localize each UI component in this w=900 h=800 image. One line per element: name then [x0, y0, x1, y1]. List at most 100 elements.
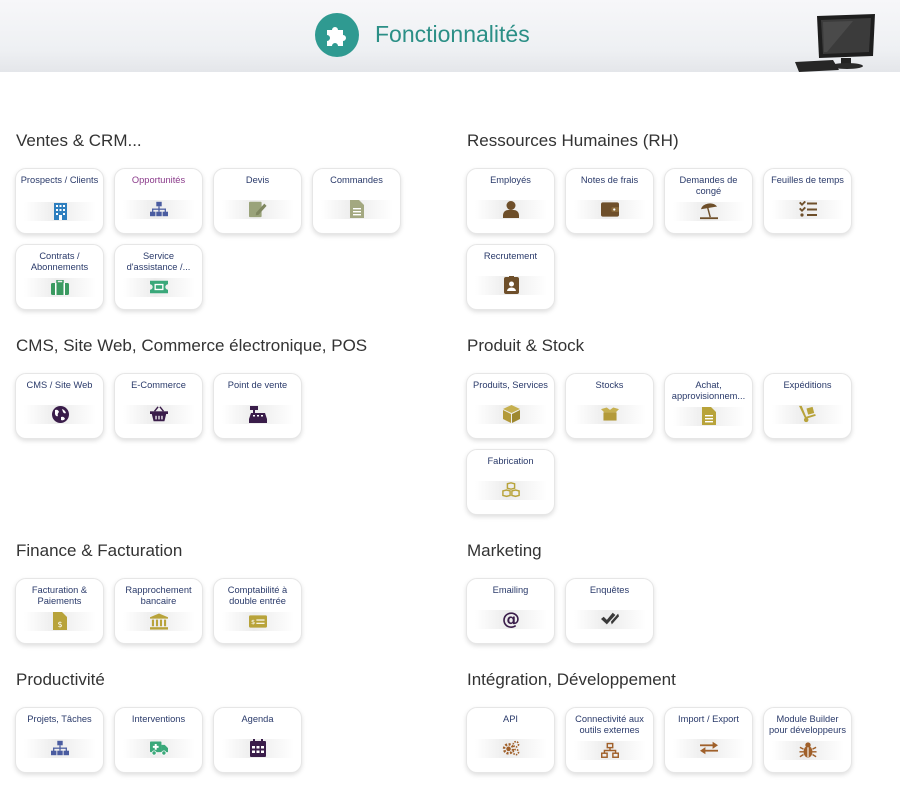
section-hr: Ressources Humaines (RH) Employés Notes …	[466, 131, 852, 310]
card-label: Point de vente	[227, 380, 288, 390]
card-import-export[interactable]: Import / Export	[664, 707, 753, 773]
section-productivity: Productivité Projets, Tâches Interventio…	[15, 670, 401, 773]
bug-icon	[799, 741, 817, 759]
card-opportunites[interactable]: Opportunités	[114, 168, 203, 234]
card-service-assistance[interactable]: Service d'assistance /...	[114, 244, 203, 310]
card-produits-services[interactable]: Produits, Services	[466, 373, 555, 439]
section-cms: CMS, Site Web, Commerce électronique, PO…	[15, 336, 401, 439]
section-crm: Ventes & CRM... Prospects / Clients Oppo…	[15, 131, 401, 310]
card-prospects-clients[interactable]: Prospects / Clients	[15, 168, 104, 234]
card-label: Opportunités	[131, 175, 186, 185]
wallet-icon	[601, 200, 619, 218]
card-projets-taches[interactable]: Projets, Tâches	[15, 707, 104, 773]
computer-icon	[795, 14, 875, 72]
section-title-cms: CMS, Site Web, Commerce électronique, PO…	[16, 336, 368, 355]
edit-document-icon	[249, 200, 267, 218]
ticket-icon	[150, 278, 168, 296]
card-cms-site-web[interactable]: CMS / Site Web	[15, 373, 104, 439]
card-label: E-Commerce	[131, 380, 186, 390]
card-label: Feuilles de temps	[771, 175, 844, 185]
puzzle-icon	[315, 13, 359, 57]
card-recrutement[interactable]: Recrutement	[466, 244, 555, 310]
card-rapprochement-bancaire[interactable]: Rapprochement bancaire	[114, 578, 203, 644]
umbrella-beach-icon	[700, 202, 718, 220]
card-stocks[interactable]: Stocks	[565, 373, 654, 439]
invoice-dollar-icon: $	[51, 612, 69, 630]
header-banner: Fonctionnalités	[0, 0, 900, 72]
card-interventions[interactable]: Interventions	[114, 707, 203, 773]
card-label: Employés	[490, 175, 531, 185]
card-label: Devis	[245, 175, 270, 185]
bank-icon	[150, 612, 168, 630]
card-label: Fabrication	[487, 456, 534, 466]
card-point-de-vente[interactable]: Point de vente	[213, 373, 302, 439]
section-title-marketing: Marketing	[467, 541, 542, 560]
user-icon	[502, 200, 520, 218]
card-facturation-paiements[interactable]: Facturation & Paiements $	[15, 578, 104, 644]
card-devis[interactable]: Devis	[213, 168, 302, 234]
card-fabrication[interactable]: Fabrication	[466, 449, 555, 515]
section-marketing: Marketing Emailing @ Enquêtes	[466, 541, 852, 644]
svg-text:@: @	[502, 610, 520, 628]
card-label: Connectivité aux outils externes	[575, 714, 644, 735]
card-api[interactable]: API	[466, 707, 555, 773]
card-emailing[interactable]: Emailing @	[466, 578, 555, 644]
exchange-icon	[700, 739, 718, 757]
card-label: Produits, Services	[473, 380, 548, 390]
card-connectivite-outils-externes[interactable]: Connectivité aux outils externes	[565, 707, 654, 773]
calendar-icon	[249, 739, 267, 757]
section-title-integration: Intégration, Développement	[467, 670, 676, 689]
section-title-crm: Ventes & CRM...	[16, 131, 142, 150]
at-icon: @	[502, 610, 520, 628]
card-employes[interactable]: Employés	[466, 168, 555, 234]
section-title-productivity: Productivité	[16, 670, 105, 689]
hierarchy-icon	[150, 200, 168, 218]
card-label: Prospects / Clients	[20, 175, 99, 185]
card-label: Facturation & Paiements	[31, 585, 88, 606]
card-label: Demandes de congé	[679, 175, 738, 196]
hierarchy-icon	[51, 739, 69, 757]
card-label: Module Builder pour développeurs	[768, 714, 846, 735]
section-title-finance: Finance & Facturation	[16, 541, 183, 560]
double-check-icon	[601, 610, 619, 628]
card-demandes-de-conge[interactable]: Demandes de congé	[664, 168, 753, 234]
card-label: Comptabilité à double entrée	[227, 585, 288, 606]
card-contrats-abonnements[interactable]: Contrats / Abonnements	[15, 244, 104, 310]
suitcase-icon	[51, 278, 69, 296]
card-feuilles-de-temps[interactable]: Feuilles de temps	[763, 168, 852, 234]
card-agenda[interactable]: Agenda	[213, 707, 302, 773]
card-e-commerce[interactable]: E-Commerce	[114, 373, 203, 439]
card-expeditions[interactable]: Expéditions	[763, 373, 852, 439]
card-label: Notes de frais	[580, 175, 639, 185]
basket-icon	[150, 405, 168, 423]
building-icon	[51, 202, 69, 220]
card-notes-de-frais[interactable]: Notes de frais	[565, 168, 654, 234]
open-box-icon	[601, 405, 619, 423]
card-label: Enquêtes	[589, 585, 630, 595]
section-integration: Intégration, Développement API Connectiv…	[466, 670, 852, 773]
money-check-icon: $	[249, 612, 267, 630]
section-product: Produit & Stock Produits, Services Stock…	[466, 336, 852, 515]
card-label: Recrutement	[483, 251, 538, 261]
card-enquetes[interactable]: Enquêtes	[565, 578, 654, 644]
svg-text:$: $	[57, 620, 62, 629]
document-icon	[348, 200, 366, 218]
cogs-icon	[502, 739, 520, 757]
card-label: Agenda	[241, 714, 274, 724]
card-module-builder[interactable]: Module Builder pour développeurs	[763, 707, 852, 773]
card-commandes[interactable]: Commandes	[312, 168, 401, 234]
card-label: Commandes	[330, 175, 383, 185]
dolly-icon	[799, 405, 817, 423]
cash-register-icon	[249, 405, 267, 423]
cube-icon	[502, 405, 520, 423]
card-label: API	[503, 714, 518, 724]
svg-text:$: $	[251, 617, 255, 625]
section-finance: Finance & Facturation Facturation & Paie…	[15, 541, 401, 644]
card-comptabilite-double-entree[interactable]: Comptabilité à double entrée $	[213, 578, 302, 644]
card-achat-approvisionnement[interactable]: Achat, approvisionnem...	[664, 373, 753, 439]
page-title: Fonctionnalités	[375, 21, 530, 47]
card-label: Contrats / Abonnements	[30, 251, 89, 272]
card-label: Expéditions	[783, 380, 832, 390]
card-label: Emailing	[492, 585, 529, 595]
cubes-icon	[502, 481, 520, 499]
